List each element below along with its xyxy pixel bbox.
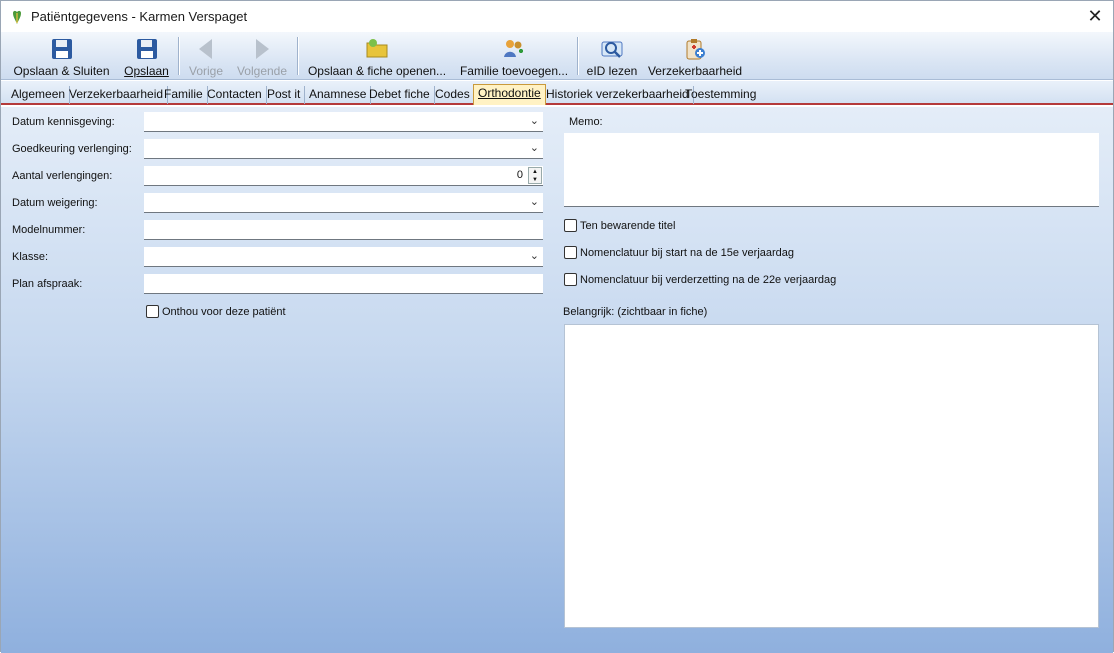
save-close-label: Opslaan & Sluiten xyxy=(13,64,110,78)
eid-label: eID lezen xyxy=(586,64,638,78)
memo-textarea[interactable] xyxy=(564,133,1099,207)
chevron-down-icon: ⌄ xyxy=(529,115,539,127)
tab-toestemming[interactable]: Toestemming xyxy=(681,86,760,104)
tab-codes[interactable]: Codes xyxy=(431,86,475,104)
nomenclatuur-22-checkbox[interactable]: Nomenclatuur bij verderzetting na de 22e… xyxy=(564,273,836,286)
add-family-label: Familie toevoegen... xyxy=(459,64,569,78)
onthou-checkbox[interactable]: Onthou voor deze patiënt xyxy=(146,305,286,318)
arrow-right-icon xyxy=(256,39,269,59)
window-title: Patiëntgegevens - Karmen Verspaget xyxy=(31,9,248,24)
checkbox-box[interactable] xyxy=(564,273,577,286)
close-button[interactable]: ✕ xyxy=(1077,1,1113,32)
title-bar: Patiëntgegevens - Karmen Verspaget ✕ xyxy=(1,1,1113,32)
insurance-label: Verzekerbaarheid xyxy=(647,64,743,78)
plan-afspraak-label: Plan afspraak: xyxy=(12,278,83,290)
plan-afspraak-input[interactable] xyxy=(144,274,543,294)
modelnummer-label: Modelnummer: xyxy=(12,224,86,236)
floppy-icon xyxy=(136,39,157,59)
goedkeuring-verlenging-dropdown[interactable]: ⌄ xyxy=(144,139,543,159)
next-button[interactable]: Volgende xyxy=(235,32,289,80)
nomenclatuur-15-checkbox[interactable]: Nomenclatuur bij start na de 15e verjaar… xyxy=(564,246,794,259)
app-logo-icon xyxy=(13,10,21,24)
nomenclatuur-22-label: Nomenclatuur bij verderzetting na de 22e… xyxy=(580,273,837,286)
nomenclatuur-15-label: Nomenclatuur bij start na de 15e verjaar… xyxy=(580,246,795,259)
previous-label: Vorige xyxy=(188,64,224,78)
aantal-verlengingen-value: 0 xyxy=(516,169,523,181)
tab-bar: Algemeen Verzekerbaarheid Familie Contac… xyxy=(1,81,1113,105)
family-icon xyxy=(504,40,523,57)
toolbar-separator xyxy=(577,37,578,75)
save-label: Opslaan xyxy=(124,64,169,78)
close-icon: ✕ xyxy=(1087,6,1103,26)
chevron-down-icon: ⌄ xyxy=(529,196,539,208)
klasse-dropdown[interactable]: ⌄ xyxy=(144,247,543,267)
tab-contacten[interactable]: Contacten xyxy=(203,86,267,104)
tab-post-it[interactable]: Post it xyxy=(263,86,306,104)
tab-familie[interactable]: Familie xyxy=(160,86,208,104)
tab-anamnese[interactable]: Anamnese xyxy=(305,86,372,104)
datum-weigering-dropdown[interactable]: ⌄ xyxy=(144,193,543,213)
chevron-down-icon: ⌄ xyxy=(529,250,539,262)
ten-bewarende-titel-checkbox[interactable]: Ten bewarende titel xyxy=(564,219,675,232)
save-close-button[interactable]: Opslaan & Sluiten xyxy=(9,32,114,80)
patient-window: Patiëntgegevens - Karmen Verspaget ✕ Ops… xyxy=(0,0,1114,653)
datum-kennisgeving-dropdown[interactable]: ⌄ xyxy=(144,112,543,132)
toolbar-separator xyxy=(178,37,179,75)
orthodontie-panel: Datum kennisgeving: ⌄ Goedkeuring verlen… xyxy=(1,107,1113,653)
tab-verzekerbaarheid[interactable]: Verzekerbaarheid xyxy=(65,86,169,104)
spin-down-icon[interactable]: ▼ xyxy=(529,176,541,184)
toolbar: Opslaan & Sluiten Opslaan Vorige Volgend… xyxy=(1,32,1113,80)
next-label: Volgende xyxy=(236,64,288,78)
aantal-verlengingen-label: Aantal verlengingen: xyxy=(12,170,113,182)
eid-read-button[interactable]: eID lezen xyxy=(585,32,639,80)
toolbar-separator xyxy=(297,37,298,75)
tab-orthodontie[interactable]: Orthodontie xyxy=(473,84,546,105)
spinner[interactable]: ▲ ▼ xyxy=(528,167,542,184)
onthou-label: Onthou voor deze patiënt xyxy=(162,305,286,318)
belangrijk-textarea[interactable] xyxy=(564,324,1099,628)
checkbox-box[interactable] xyxy=(564,219,577,232)
previous-button[interactable]: Vorige xyxy=(185,32,227,80)
folder-icon xyxy=(366,39,388,58)
chevron-down-icon: ⌄ xyxy=(529,142,539,154)
checkbox-box[interactable] xyxy=(146,305,159,318)
save-open-label: Opslaan & fiche openen... xyxy=(307,64,447,78)
spin-up-icon[interactable]: ▲ xyxy=(529,168,541,176)
goedkeuring-verlenging-label: Goedkeuring verlenging: xyxy=(12,143,132,155)
tab-algemeen[interactable]: Algemeen xyxy=(7,86,71,104)
arrow-left-icon xyxy=(199,39,212,59)
medical-clipboard-icon xyxy=(686,39,705,60)
belangrijk-label: Belangrijk: (zichtbaar in fiche) xyxy=(563,306,708,318)
insurance-button[interactable]: Verzekerbaarheid xyxy=(647,32,743,80)
datum-weigering-label: Datum weigering: xyxy=(12,197,98,209)
tab-historiek-verzekerbaarheid[interactable]: Historiek verzekerbaarheid xyxy=(542,86,694,104)
id-card-search-icon xyxy=(601,41,623,58)
floppy-icon xyxy=(51,39,72,59)
tab-debet-fiche[interactable]: Debet fiche xyxy=(365,86,435,104)
modelnummer-input[interactable] xyxy=(144,220,543,240)
save-button[interactable]: Opslaan xyxy=(119,32,174,80)
klasse-label: Klasse: xyxy=(12,251,49,263)
add-family-button[interactable]: Familie toevoegen... xyxy=(457,32,571,80)
ten-bewarende-titel-label: Ten bewarende titel xyxy=(580,219,676,232)
save-open-fiche-button[interactable]: Opslaan & fiche openen... xyxy=(305,32,449,80)
datum-kennisgeving-label: Datum kennisgeving: xyxy=(12,116,115,128)
checkbox-box[interactable] xyxy=(564,246,577,259)
memo-label: Memo: xyxy=(569,116,603,128)
aantal-verlengingen-stepper[interactable]: 0 ▲ ▼ xyxy=(144,166,543,186)
